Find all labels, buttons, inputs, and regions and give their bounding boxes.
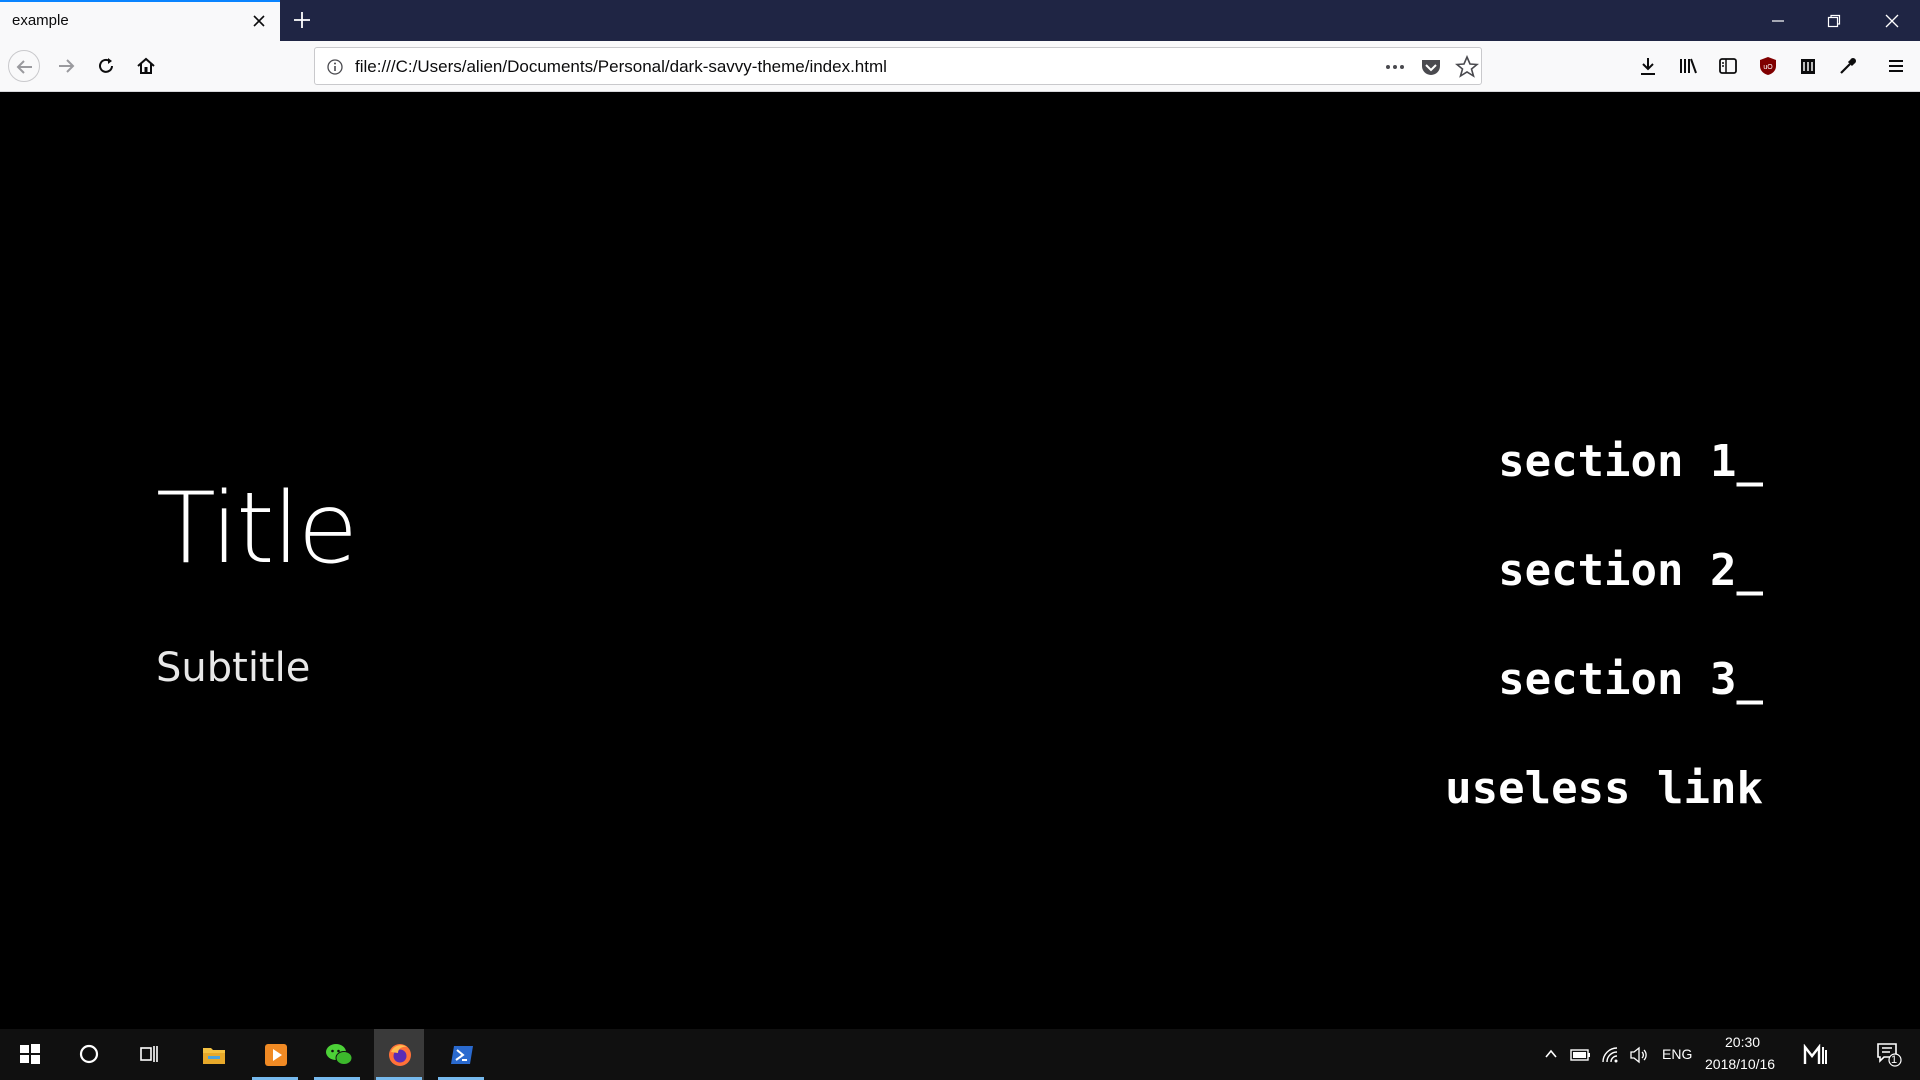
windows-start-icon[interactable]: [5, 1029, 55, 1080]
tab-close-icon[interactable]: [248, 10, 270, 32]
page-actions-icon[interactable]: [1383, 55, 1407, 79]
page-title: Title: [156, 472, 358, 586]
useless-link[interactable]: useless link: [1445, 734, 1763, 843]
input-language[interactable]: ENG: [1662, 1046, 1692, 1062]
volume-icon[interactable]: [1624, 1029, 1654, 1080]
library-icon[interactable]: [1672, 50, 1704, 82]
eyedropper-icon[interactable]: [1832, 50, 1864, 82]
show-hidden-icons-icon[interactable]: [1536, 1029, 1566, 1080]
reload-icon[interactable]: [90, 50, 122, 82]
firefox-icon[interactable]: [374, 1029, 424, 1080]
url-text[interactable]: file:///C:/Users/alien/Documents/Persona…: [355, 57, 887, 77]
downloads-icon[interactable]: [1632, 50, 1664, 82]
section-1-link[interactable]: section 1_: [1445, 407, 1763, 516]
browser-tab-strip: example: [0, 0, 1920, 41]
close-window-icon[interactable]: [1864, 0, 1920, 41]
back-icon[interactable]: [8, 50, 40, 82]
page-content: Title Subtitle section 1_ section 2_ sec…: [0, 92, 1920, 1029]
browser-tab[interactable]: example: [0, 0, 280, 41]
notification-count: 1: [1891, 1054, 1898, 1066]
file-explorer-icon[interactable]: [188, 1029, 238, 1080]
new-tab-icon[interactable]: [288, 6, 316, 34]
navigation-toolbar: file:///C:/Users/alien/Documents/Persona…: [0, 41, 1920, 92]
bookmark-star-icon[interactable]: [1454, 54, 1480, 79]
forward-icon[interactable]: [50, 50, 82, 82]
windows-taskbar: ENG 20:30 2018/10/16 1: [0, 1029, 1920, 1080]
battery-icon[interactable]: [1566, 1029, 1596, 1080]
minimize-icon[interactable]: [1750, 0, 1806, 41]
pocket-icon[interactable]: [1419, 55, 1443, 79]
restore-icon[interactable]: [1806, 0, 1862, 41]
cortana-search-icon[interactable]: [64, 1029, 114, 1080]
extension-icon[interactable]: [1792, 50, 1824, 82]
home-icon[interactable]: [130, 50, 162, 82]
media-player-icon[interactable]: [250, 1029, 300, 1080]
task-view-icon[interactable]: [124, 1029, 174, 1080]
wechat-icon[interactable]: [312, 1029, 362, 1080]
tab-title: example: [12, 12, 69, 29]
menu-icon[interactable]: [1880, 50, 1912, 82]
ublock-origin-icon[interactable]: uO: [1752, 50, 1784, 82]
site-info-icon[interactable]: [325, 57, 345, 77]
address-bar[interactable]: file:///C:/Users/alien/Documents/Persona…: [314, 47, 1482, 85]
wifi-icon[interactable]: [1596, 1029, 1626, 1080]
powershell-icon[interactable]: [436, 1029, 486, 1080]
clock-time[interactable]: 20:30: [1725, 1034, 1760, 1050]
action-center-icon[interactable]: 1: [1862, 1029, 1918, 1080]
section-2-link[interactable]: section 2_: [1445, 516, 1763, 625]
section-3-link[interactable]: section 3_: [1445, 625, 1763, 734]
app-tray-icon[interactable]: [1798, 1029, 1834, 1080]
clock-date[interactable]: 2018/10/16: [1705, 1056, 1775, 1072]
page-subtitle: Subtitle: [156, 645, 311, 691]
sidebar-icon[interactable]: [1712, 50, 1744, 82]
section-nav: section 1_ section 2_ section 3_ useless…: [1445, 407, 1763, 843]
svg-text:uO: uO: [1763, 64, 1773, 71]
